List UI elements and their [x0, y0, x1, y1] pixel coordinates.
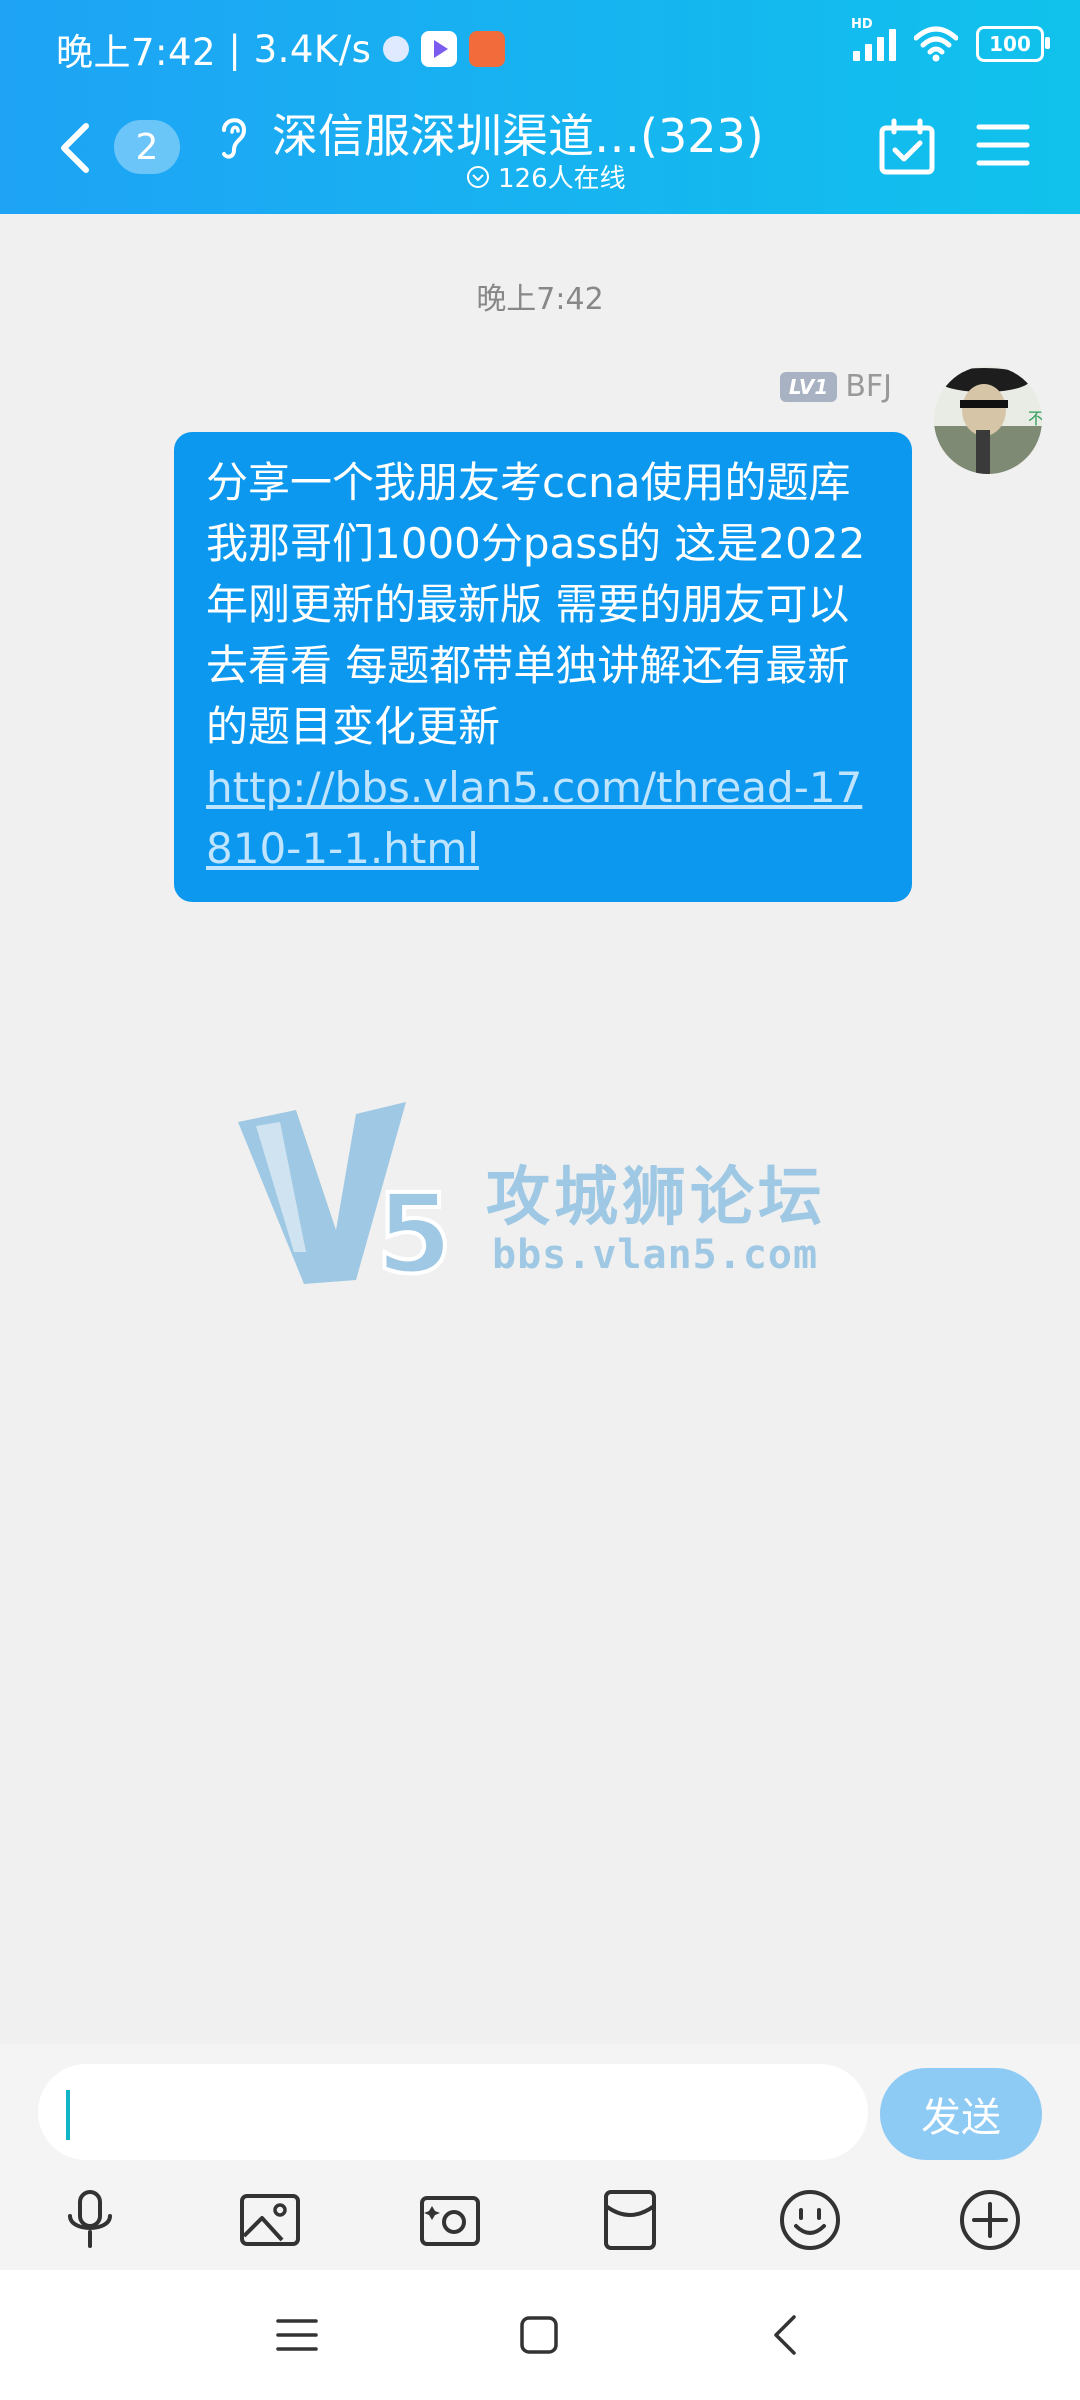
message-bubble[interactable]: 分享一个我朋友考ccna使用的题库 我那哥们1000分pass的 这是2022年… [174, 432, 912, 902]
red-packet-icon[interactable] [596, 2186, 664, 2254]
watermark-title: 攻城狮论坛 [486, 1161, 826, 1235]
message-timestamp: 晚上7:42 [476, 282, 604, 317]
chevron-circle-icon [467, 165, 489, 188]
group-title[interactable]: 深信服深圳渠道…(323) [272, 100, 764, 166]
shopping-app-icon [469, 31, 506, 67]
app-notification-icon [383, 36, 410, 62]
status-left: 晚上7:42 | 3.4K/s [56, 22, 506, 76]
message-link[interactable]: http://bbs.vlan5.com/thread-17810-1-1.ht… [206, 757, 882, 879]
image-icon[interactable] [236, 2186, 304, 2254]
chat-header: 2 深信服深圳渠道…(323) 126人在线 [0, 96, 1080, 214]
forum-watermark: 5 攻城狮论坛 bbs.vlan5.com [236, 1102, 856, 1300]
video-app-icon [421, 31, 458, 67]
message-input[interactable] [38, 2064, 868, 2160]
ear-icon[interactable] [214, 110, 254, 162]
message-text: 分享一个我朋友考ccna使用的题库 我那哥们1000分pass的 这是2022年… [206, 458, 866, 751]
recent-apps-icon[interactable] [274, 2312, 320, 2358]
input-bar: 发送 [0, 2044, 1080, 2270]
camera-icon[interactable] [416, 2186, 484, 2254]
calendar-check-icon[interactable] [878, 118, 936, 176]
sender-info: LV1 BFJ [779, 369, 892, 404]
status-bar: 晚上7:42 | 3.4K/s HD 100 [0, 0, 1080, 96]
text-cursor [66, 2090, 70, 2140]
battery-icon: 100 [976, 26, 1050, 62]
menu-icon[interactable] [976, 122, 1030, 168]
top-bar: 晚上7:42 | 3.4K/s HD 100 2 深信服深圳渠道…(323) 1… [0, 0, 1080, 214]
v5-logo-icon: 5 [238, 1102, 455, 1300]
nav-back-icon[interactable] [764, 2312, 810, 2358]
status-right: HD 100 [851, 17, 1050, 62]
signal-icon: HD [851, 17, 896, 61]
back-icon[interactable] [52, 118, 96, 178]
svg-text:不: 不 [1028, 409, 1042, 428]
mic-icon[interactable] [56, 2186, 124, 2254]
avatar-image: 不 [934, 366, 1042, 474]
status-time: 晚上7:42 [56, 31, 217, 74]
plus-icon[interactable] [956, 2186, 1024, 2254]
emoji-icon[interactable] [776, 2186, 844, 2254]
sender-name[interactable]: BFJ [845, 369, 892, 404]
home-icon[interactable] [516, 2312, 562, 2358]
watermark-url: bbs.vlan5.com [492, 1232, 819, 1278]
svg-text:5: 5 [376, 1170, 453, 1292]
online-count: 126人在线 [498, 164, 626, 194]
network-speed: 3.4K/s [253, 27, 372, 71]
chat-area[interactable]: 晚上7:42 LV1 BFJ 不 分享一个我朋友考ccna使用的题库 我那哥们1… [0, 214, 1080, 2044]
battery-level: 100 [989, 32, 1031, 56]
send-button[interactable]: 发送 [880, 2068, 1042, 2160]
wifi-icon [914, 26, 958, 62]
status-separator: | [216, 27, 254, 71]
avatar[interactable]: 不 [934, 366, 1042, 474]
unread-badge[interactable]: 2 [114, 120, 180, 174]
system-nav-bar [0, 2270, 1080, 2400]
online-status[interactable]: 126人在线 [466, 158, 626, 195]
input-toolbar [0, 2174, 1080, 2270]
level-badge: LV1 [779, 371, 838, 402]
